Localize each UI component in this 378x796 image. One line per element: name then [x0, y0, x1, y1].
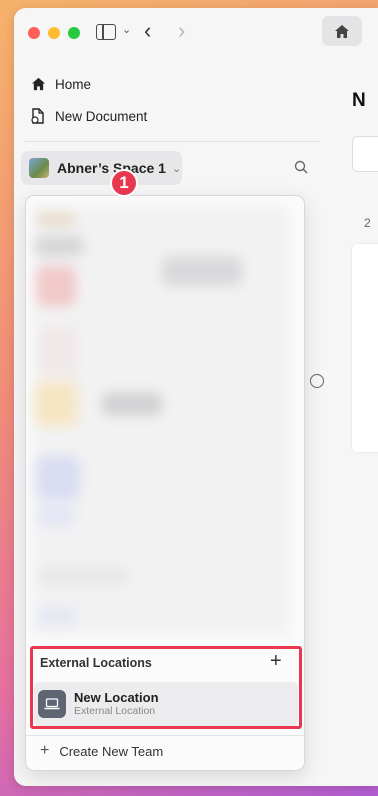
space-avatar: [29, 158, 49, 178]
add-circle-icon[interactable]: [310, 374, 324, 388]
create-new-team-button[interactable]: + Create New Team: [40, 742, 163, 760]
house-icon: [335, 24, 349, 38]
main-card[interactable]: [352, 244, 378, 452]
highlight-box: [30, 646, 302, 729]
close-window-button[interactable]: [28, 27, 40, 39]
blurred-team-list: [32, 206, 290, 636]
minimize-window-button[interactable]: [48, 27, 60, 39]
back-button[interactable]: ‹: [144, 18, 151, 44]
step-badge: 1: [110, 169, 138, 197]
chevron-down-icon: ⌄: [171, 162, 182, 175]
app-window: ⌄ ‹ › Home New Document Abner’s Space 1 …: [14, 8, 378, 786]
space-switcher-button[interactable]: Abner’s Space 1 ⌄: [21, 151, 182, 185]
main-count: 2: [364, 216, 371, 230]
sidebar-item-home[interactable]: Home: [30, 76, 91, 92]
main-chip[interactable]: [352, 136, 378, 172]
chevron-down-icon[interactable]: ⌄: [122, 23, 131, 36]
zoom-window-button[interactable]: [68, 27, 80, 39]
new-document-icon: [30, 108, 46, 124]
forward-button[interactable]: ›: [178, 18, 185, 44]
sidebar-toggle-icon[interactable]: [96, 24, 116, 40]
home-button[interactable]: [322, 16, 362, 46]
search-icon[interactable]: [294, 160, 308, 179]
popup-divider: [26, 735, 304, 736]
plus-icon: +: [40, 742, 50, 759]
main-page-title: N: [352, 90, 366, 111]
space-name: Abner’s Space 1: [57, 160, 166, 176]
titlebar: ⌄ ‹ ›: [14, 8, 378, 54]
space-menu-popup: External Locations + New Location Extern…: [25, 195, 305, 771]
create-team-label: Create New Team: [59, 743, 164, 759]
sidebar-item-label: Home: [55, 76, 92, 92]
sidebar-divider: [24, 141, 320, 142]
sidebar-item-new-document[interactable]: New Document: [30, 108, 147, 124]
house-icon: [30, 76, 46, 92]
sidebar-item-label: New Document: [55, 108, 148, 124]
